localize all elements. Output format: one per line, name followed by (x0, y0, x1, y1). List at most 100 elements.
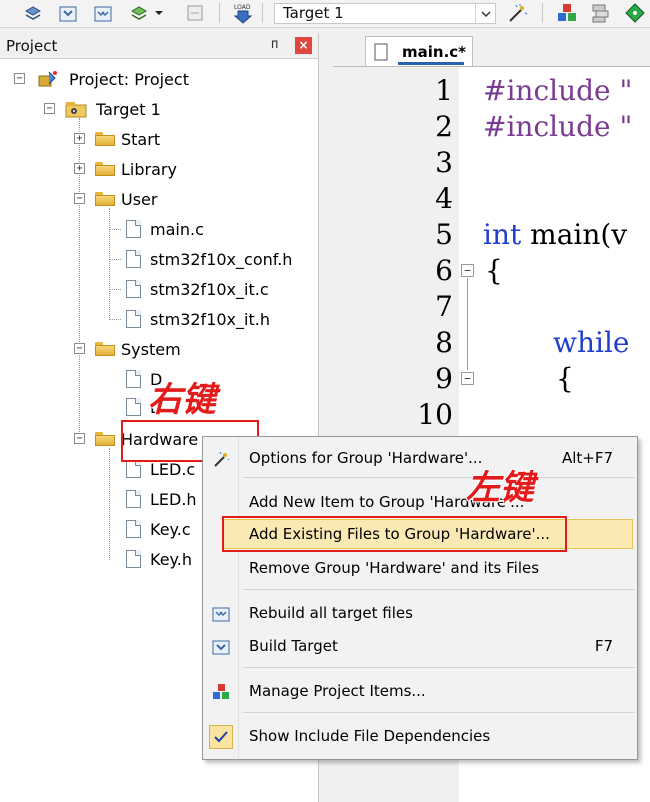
tree-line (109, 229, 121, 230)
expand-toggle-library[interactable]: + (74, 163, 85, 174)
rebuild-icon[interactable] (92, 2, 114, 24)
line-number: 5 (435, 218, 453, 251)
tree-item-group-system[interactable]: System (95, 337, 181, 361)
menu-separator (243, 589, 635, 590)
file-icon (126, 220, 141, 238)
toolbar: LOAD Target 1 (0, 0, 650, 28)
code-line-8: while (553, 326, 630, 359)
batch-build-icon[interactable] (128, 2, 150, 24)
file-icon (126, 460, 141, 478)
code-line-1: #include " (483, 74, 633, 107)
line-number: 6 (435, 254, 453, 287)
collapse-toggle-system[interactable]: − (74, 343, 85, 354)
wand-icon[interactable] (506, 2, 528, 24)
tree-line (109, 259, 121, 260)
menu-item-label: Remove Group 'Hardware' and its Files (249, 559, 540, 577)
collapse-toggle-target[interactable]: − (44, 103, 55, 114)
tab-label: main.c* (402, 42, 467, 61)
code-text: main(v (521, 218, 628, 251)
collapse-toggle-project[interactable]: − (14, 73, 25, 84)
tree-item-project-root[interactable]: Project: Project (35, 67, 189, 91)
collapse-toggle-user[interactable]: − (74, 193, 85, 204)
collapse-toggle-hardware[interactable]: − (74, 433, 85, 444)
tree-label-system: System (121, 339, 181, 359)
menu-item-build-target[interactable]: Build Target F7 (203, 632, 637, 660)
tree-line (109, 289, 121, 290)
tree-item-group-library[interactable]: Library (95, 157, 177, 181)
tree-item-file[interactable]: main.c (126, 217, 204, 241)
file-icon (126, 370, 141, 388)
menu-item-label: Build Target (249, 637, 338, 655)
tree-item-file[interactable]: stm32f10x_it.c (126, 277, 269, 301)
line-number: 4 (435, 182, 453, 215)
stack-icon[interactable] (22, 2, 44, 24)
target-folder-icon (65, 102, 87, 118)
file-icon (374, 43, 388, 60)
tree-label-start: Start (121, 129, 161, 149)
tree-item-file[interactable]: stm32f10x_it.h (126, 307, 270, 331)
project-panel-title: Project (6, 37, 58, 55)
build-icon (211, 637, 231, 657)
annotation-right-click: 右键 (148, 380, 216, 420)
menu-item-options-for-group[interactable]: Options for Group 'Hardware'... Alt+F7 (203, 444, 637, 472)
pin-icon[interactable]: ᴨ (271, 37, 278, 52)
menu-item-remove-group[interactable]: Remove Group 'Hardware' and its Files (203, 554, 637, 582)
menu-item-rebuild-all[interactable]: Rebuild all target files (203, 599, 637, 627)
line-number: 2 (435, 110, 453, 143)
folder-icon (95, 132, 115, 146)
load-icon[interactable]: LOAD (232, 2, 254, 24)
tree-item-group-start[interactable]: Start (95, 127, 160, 151)
file-icon (126, 250, 141, 268)
tree-line (109, 448, 110, 560)
tree-item-file[interactable]: stm32f10x_conf.h (126, 247, 292, 271)
translate-icon[interactable] (184, 2, 206, 24)
menu-item-label: Show Include File Dependencies (249, 727, 491, 745)
active-tab-indicator (398, 62, 464, 65)
target-select[interactable]: Target 1 (274, 3, 496, 24)
toolbar-separator (219, 3, 220, 23)
layers-icon[interactable] (590, 2, 612, 24)
code-line-9: { (556, 362, 574, 395)
tree-item-target[interactable]: Target 1 (64, 97, 161, 121)
file-icon (126, 520, 141, 538)
diamond-icon[interactable] (624, 2, 646, 24)
manage-icon (211, 682, 231, 702)
tree-item-file[interactable]: Key.c (126, 517, 191, 541)
context-menu: Options for Group 'Hardware'... Alt+F7 A… (202, 436, 638, 760)
tree-label-user: User (121, 189, 158, 209)
dropdown-arrow-icon[interactable] (152, 2, 166, 24)
close-icon[interactable]: × (295, 37, 312, 54)
expand-toggle-start[interactable]: + (74, 133, 85, 144)
fold-toggle[interactable]: − (461, 372, 474, 385)
tree-label-file: LED.c (150, 459, 196, 479)
tree-label-file: stm32f10x_conf.h (150, 249, 293, 269)
tree-item-file[interactable]: Key.h (126, 547, 192, 571)
tree-label-project: Project: Project (69, 69, 189, 89)
tree-item-file[interactable]: LED.h (126, 487, 197, 511)
menu-item-shortcut: Alt+F7 (561, 449, 613, 467)
menu-item-manage-project[interactable]: Manage Project Items... (203, 677, 637, 705)
tree-label-file: LED.h (150, 489, 197, 509)
menu-separator (243, 477, 635, 478)
line-number: 3 (435, 146, 453, 179)
menu-separator (243, 667, 635, 668)
file-icon (126, 398, 141, 416)
chevron-down-icon[interactable] (475, 4, 495, 23)
tree-item-group-user[interactable]: User (95, 187, 157, 211)
tree-line (109, 319, 121, 320)
manage-icon[interactable] (556, 2, 578, 24)
annotation-left-click: 左键 (466, 468, 534, 508)
menu-item-add-new-item[interactable]: Add New Item to Group 'Hardware'... (203, 488, 637, 516)
fold-toggle[interactable]: − (461, 264, 474, 277)
build-icon[interactable] (57, 2, 79, 24)
file-icon (126, 280, 141, 298)
menu-item-show-include-deps[interactable]: Show Include File Dependencies (203, 722, 637, 750)
menu-item-shortcut: F7 (594, 637, 613, 655)
svg-text:LOAD: LOAD (234, 4, 251, 11)
toolbar-separator (542, 3, 543, 23)
file-icon (126, 490, 141, 508)
folder-open-icon (95, 432, 115, 446)
code-line-2: #include " (483, 110, 633, 143)
code-keyword: int (483, 218, 522, 251)
fold-line (467, 278, 468, 370)
